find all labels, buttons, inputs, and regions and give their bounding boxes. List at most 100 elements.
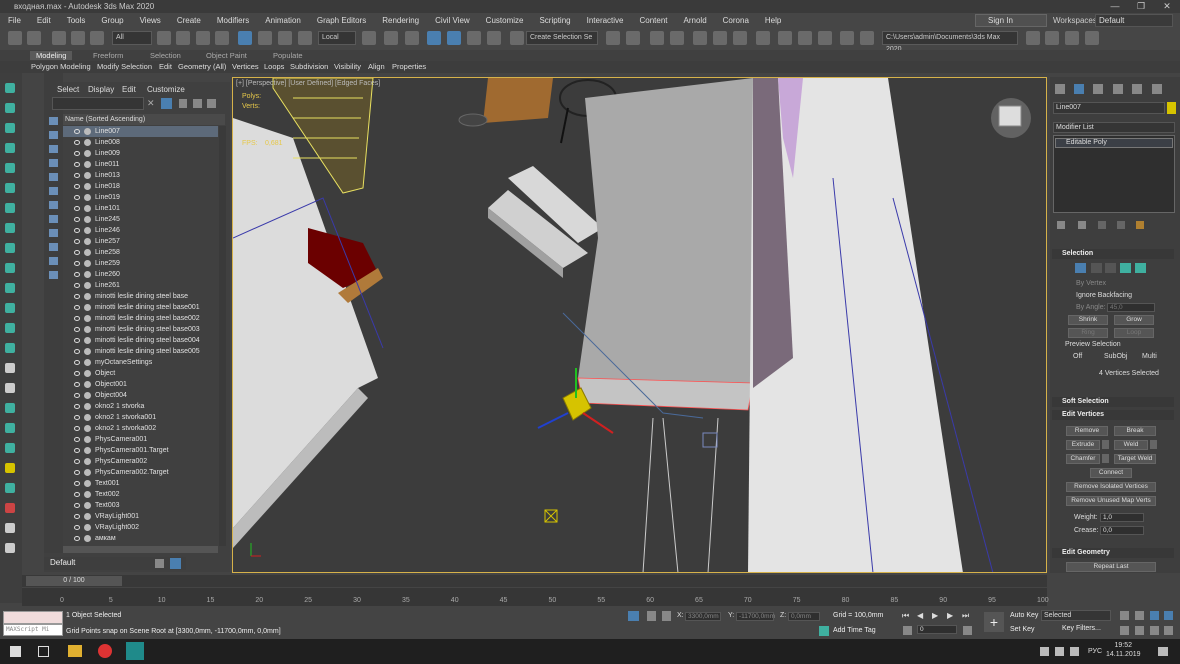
list-item[interactable]: minotti leslie dining steel base bbox=[63, 291, 218, 302]
undo-icon[interactable] bbox=[8, 31, 22, 45]
soft-selection-rollout-header[interactable]: Soft Selection bbox=[1052, 397, 1174, 407]
tool-icon-13[interactable] bbox=[5, 323, 15, 333]
list-item[interactable]: Line257 bbox=[63, 236, 218, 247]
visibility-eye-icon[interactable] bbox=[74, 217, 80, 222]
mirror-icon[interactable] bbox=[606, 31, 620, 45]
visibility-eye-icon[interactable] bbox=[74, 426, 80, 431]
list-item[interactable]: Line019 bbox=[63, 192, 218, 203]
toolbar-extra-icon-1[interactable] bbox=[1045, 31, 1059, 45]
key-selection-dropdown[interactable]: Selected bbox=[1041, 610, 1111, 621]
unlink-icon[interactable] bbox=[71, 31, 85, 45]
filter-shapes-icon[interactable] bbox=[49, 131, 58, 139]
a360-gallery-icon[interactable] bbox=[860, 31, 874, 45]
remove-unused-map-verts-button[interactable]: Remove Unused Map Verts bbox=[1066, 496, 1156, 506]
visibility-eye-icon[interactable] bbox=[74, 173, 80, 178]
list-item[interactable]: VRayLight002 bbox=[63, 522, 218, 533]
tab-populate[interactable]: Populate bbox=[273, 51, 303, 60]
motion-tab-icon[interactable] bbox=[1113, 84, 1123, 94]
configure-sets-icon[interactable] bbox=[1136, 221, 1144, 229]
align-icon[interactable] bbox=[626, 31, 640, 45]
time-tag-icon[interactable] bbox=[819, 626, 829, 636]
schematic-view-icon[interactable] bbox=[733, 31, 747, 45]
viewcube-icon[interactable] bbox=[998, 105, 1022, 127]
list-item[interactable]: myOctaneSettings bbox=[63, 357, 218, 368]
remove-isolated-vertices-button[interactable]: Remove Isolated Vertices bbox=[1066, 482, 1156, 492]
tool-icon-18[interactable] bbox=[5, 423, 15, 433]
list-item[interactable]: Line258 bbox=[63, 247, 218, 258]
rotate-icon[interactable] bbox=[258, 31, 272, 45]
visibility-eye-icon[interactable] bbox=[74, 470, 80, 475]
list-item[interactable]: PhysCamera002 bbox=[63, 456, 218, 467]
tool-icon-16[interactable] bbox=[5, 383, 15, 393]
list-item[interactable]: Object bbox=[63, 368, 218, 379]
preview-off-radio[interactable]: Off bbox=[1073, 353, 1082, 360]
maximize-button[interactable]: ❐ bbox=[1128, 0, 1154, 13]
extrude-button[interactable]: Extrude bbox=[1066, 440, 1100, 450]
by-angle-spinner[interactable]: 45,0 bbox=[1107, 303, 1155, 312]
tray-clock[interactable]: 19:52 14.11.2019 bbox=[1106, 641, 1141, 659]
explorer-search-input[interactable] bbox=[52, 97, 144, 110]
create-spacewarp-icon[interactable] bbox=[5, 183, 15, 193]
select-object-icon[interactable] bbox=[157, 31, 171, 45]
create-helper-icon[interactable] bbox=[5, 163, 15, 173]
task-view-icon[interactable] bbox=[38, 646, 49, 657]
shrink-button[interactable]: Shrink bbox=[1068, 315, 1108, 325]
menu-civil-view[interactable]: Civil View bbox=[427, 16, 478, 25]
filter-groups-icon[interactable] bbox=[49, 201, 58, 209]
visibility-eye-icon[interactable] bbox=[74, 360, 80, 365]
crease-spinner[interactable]: 0,0 bbox=[1100, 526, 1144, 535]
tool-icon-10[interactable] bbox=[5, 263, 15, 273]
edge-mode-icon[interactable] bbox=[1091, 263, 1102, 273]
tool-icon-23[interactable] bbox=[5, 523, 15, 533]
filter-xrefs-icon[interactable] bbox=[49, 215, 58, 223]
reference-coordinate-dropdown[interactable]: Local bbox=[318, 31, 356, 45]
menu-corona[interactable]: Corona bbox=[715, 16, 757, 25]
explorer-menu-edit[interactable]: Edit bbox=[122, 85, 136, 94]
stack-item-editable-poly[interactable]: Editable Poly bbox=[1055, 138, 1173, 148]
go-to-start-icon[interactable]: ⏮ bbox=[902, 611, 913, 620]
hierarchy-icon[interactable] bbox=[193, 99, 202, 108]
zoom-all-icon[interactable] bbox=[1135, 611, 1144, 620]
absolute-mode-icon[interactable] bbox=[662, 611, 671, 621]
list-item[interactable]: Line259 bbox=[63, 258, 218, 269]
list-item[interactable]: minotti leslie dining steel base002 bbox=[63, 313, 218, 324]
list-item[interactable]: Object001 bbox=[63, 379, 218, 390]
visibility-eye-icon[interactable] bbox=[74, 525, 80, 530]
ribbon-visibility[interactable]: Visibility bbox=[334, 62, 361, 71]
visibility-eye-icon[interactable] bbox=[74, 250, 80, 255]
ribbon-vertices[interactable]: Vertices bbox=[232, 62, 259, 71]
visibility-eye-icon[interactable] bbox=[74, 305, 80, 310]
explorer-horizontal-scrollbar[interactable] bbox=[63, 546, 218, 553]
bind-space-warp-icon[interactable] bbox=[90, 31, 104, 45]
edit-geometry-rollout-header[interactable]: Edit Geometry bbox=[1052, 548, 1174, 558]
visibility-eye-icon[interactable] bbox=[74, 162, 80, 167]
column-header-name[interactable]: Name (Sorted Ascending) bbox=[63, 114, 225, 125]
fov-icon[interactable] bbox=[1120, 626, 1129, 635]
list-item[interactable]: амкам bbox=[63, 533, 218, 544]
list-item[interactable]: minotti leslie dining steel base001 bbox=[63, 302, 218, 313]
render-in-cloud-icon[interactable] bbox=[840, 31, 854, 45]
curve-editor-icon[interactable] bbox=[713, 31, 727, 45]
toggle-layer-explorer-icon[interactable] bbox=[670, 31, 684, 45]
tab-freeform[interactable]: Freeform bbox=[93, 51, 123, 60]
windows-start-icon[interactable] bbox=[10, 646, 21, 657]
by-vertex-checkbox[interactable]: By Vertex bbox=[1076, 280, 1106, 287]
visibility-eye-icon[interactable] bbox=[74, 195, 80, 200]
visibility-eye-icon[interactable] bbox=[74, 228, 80, 233]
tool-icon-15[interactable] bbox=[5, 363, 15, 373]
menu-scripting[interactable]: Scripting bbox=[531, 16, 578, 25]
input-language[interactable]: РУС bbox=[1088, 648, 1102, 655]
chamfer-button[interactable]: Chamfer bbox=[1066, 454, 1100, 464]
ribbon-polygon-modeling[interactable]: Polygon Modeling bbox=[31, 62, 91, 71]
key-filters-button[interactable]: Key Filters... bbox=[1062, 625, 1101, 632]
modifier-list-dropdown[interactable]: Modifier List bbox=[1053, 122, 1175, 133]
list-item[interactable]: Line008 bbox=[63, 137, 218, 148]
edit-vertices-rollout-header[interactable]: Edit Vertices bbox=[1052, 410, 1174, 420]
place-icon[interactable] bbox=[298, 31, 312, 45]
create-camera-icon[interactable] bbox=[5, 143, 15, 153]
menu-interactive[interactable]: Interactive bbox=[579, 16, 632, 25]
show-end-result-icon[interactable] bbox=[1078, 221, 1086, 229]
target-weld-button[interactable]: Target Weld bbox=[1114, 454, 1156, 464]
tool-icon-22[interactable] bbox=[5, 503, 15, 513]
menu-rendering[interactable]: Rendering bbox=[374, 16, 427, 25]
